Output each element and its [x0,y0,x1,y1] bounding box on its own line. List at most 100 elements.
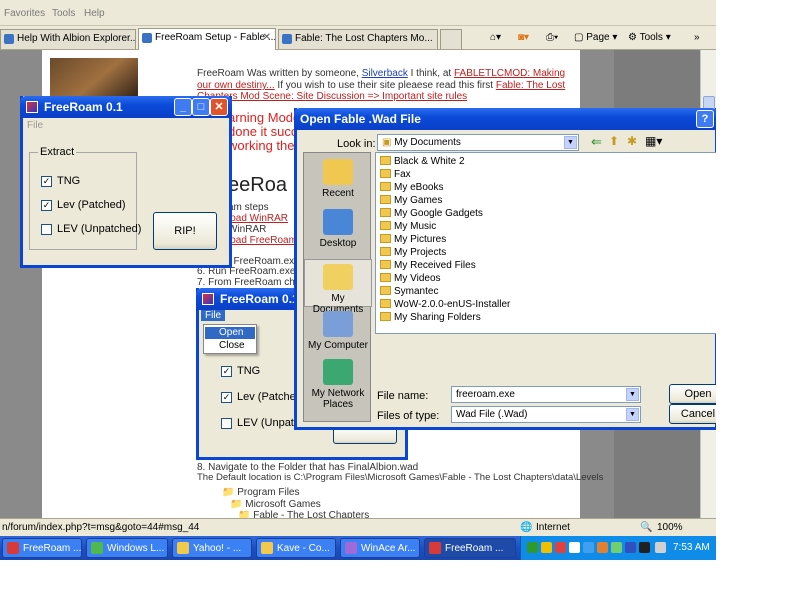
browser-menubar: Favorites Tools Help [0,0,716,26]
tray-icon[interactable] [527,542,538,553]
place-my-documents[interactable]: My Documents [304,259,372,315]
tab-help-albion[interactable]: Help With Albion Explorer........ [0,29,136,49]
menu-favorites[interactable]: Favorites [4,8,45,19]
lev-patched-checkbox[interactable]: ✓ [221,392,232,403]
list-item[interactable]: My Sharing Folders [380,312,481,325]
freeroam-back-titlebar[interactable]: FreeRoam 0.1 _ □ ✕ [20,96,232,118]
list-item[interactable]: My Projects [380,247,446,260]
up-folder-icon[interactable]: ⬆ [609,134,619,148]
tray-icon[interactable] [569,542,580,553]
tray-icon[interactable] [555,542,566,553]
app-icon [345,542,357,554]
fabletlcmod-link[interactable]: FABLETLCMOD: Making [454,68,565,79]
lost-chapters-link[interactable]: Fable: The Lost [496,80,565,91]
feeds-icon[interactable]: ◙▾ [518,29,529,47]
place-recent[interactable]: Recent [304,159,372,199]
list-item[interactable]: My eBooks [380,182,443,195]
tree-program-files: 📁 Program Files [222,487,300,498]
chevron-down-icon[interactable]: ▼ [564,136,577,149]
tray-icon[interactable] [625,542,636,553]
tray-icon[interactable] [583,542,594,553]
chevron-right-icon[interactable]: » [694,29,700,47]
taskbar-label: Windows L... [107,543,165,554]
tng-checkbox[interactable]: ✓ [221,366,232,377]
tab-freeroam-setup[interactable]: FreeRoam Setup - Fable ... ✕ [138,28,276,50]
taskbar-button-freeroam-1[interactable]: FreeRoam ... [2,538,82,558]
lev-patched-checkbox[interactable]: ✓ [41,200,52,211]
folder-name: WoW-2.0.0-enUS-Installer [394,299,511,310]
folder-name: Fax [394,169,411,180]
list-item[interactable]: My Received Files [380,260,476,273]
list-item[interactable]: My Music [380,221,436,234]
zoom-level[interactable]: 100% [657,522,683,533]
list-item[interactable]: My Pictures [380,234,446,247]
file-menu[interactable]: File [27,120,43,131]
tools-menu-button[interactable]: ⚙ Tools ▾ [628,29,671,47]
new-tab-button[interactable] [440,29,462,49]
taskbar-button-freeroam-2[interactable]: FreeRoam ... [424,538,516,558]
view-menu-icon[interactable]: ▦▾ [645,134,662,148]
place-my-network[interactable]: My Network Places [304,359,372,410]
download-winrar-link[interactable]: load WinRAR [228,213,288,224]
folder-icon [380,169,391,178]
download-freeroam-link[interactable]: load FreeRoam.r [228,235,303,246]
list-item[interactable]: My Videos [380,273,441,286]
dialog-titlebar[interactable]: Open Fable .Wad File ? [294,108,716,130]
lev-unpatched-checkbox[interactable] [221,418,232,429]
open-button[interactable]: Open [669,384,716,404]
look-in-combo[interactable]: ▣ My Documents ▼ [377,134,579,151]
app-icon [91,542,103,554]
tray-icon[interactable] [611,542,622,553]
close-icon[interactable]: ✕ [210,98,228,116]
file-name-value: freeroam.exe [456,389,515,400]
file-name-input[interactable]: freeroam.exe ▼ [451,386,641,403]
page-menu-button[interactable]: ▢ Page ▾ [574,29,617,47]
close-icon[interactable]: ✕ [263,32,271,43]
tray-icon[interactable] [541,542,552,553]
rip-button[interactable]: RIP! [153,212,217,250]
list-item[interactable]: Symantec [380,286,438,299]
own-destiny-link[interactable]: our own destiny... [197,80,275,91]
site-rules-link[interactable]: Chapters Mod Scene: Site Discussion => I… [197,91,467,102]
clock[interactable]: 7:53 AM [673,542,710,553]
list-item[interactable]: My Games [380,195,442,208]
place-my-computer[interactable]: My Computer [304,311,372,351]
tng-checkbox[interactable]: ✓ [41,176,52,187]
tray-icon[interactable] [639,542,650,553]
print-icon[interactable]: ⎙▾ [546,29,558,47]
taskbar-button-windows-live[interactable]: Windows L... [86,538,168,558]
menu-tools[interactable]: Tools [52,8,75,19]
taskbar-button-kave[interactable]: Kave - Co... [256,538,336,558]
taskbar-button-winace[interactable]: WinAce Ar... [340,538,420,558]
music-folder-icon [380,221,391,230]
lev-unpatched-checkbox[interactable] [41,224,52,235]
menu-item-open[interactable]: Open [205,327,255,339]
list-item[interactable]: Fax [380,169,411,182]
menu-help[interactable]: Help [84,8,105,19]
tray-icon[interactable] [597,542,608,553]
list-item[interactable]: WoW-2.0.0-enUS-Installer [380,299,510,312]
taskbar-button-yahoo[interactable]: Yahoo! - ... [172,538,252,558]
place-desktop[interactable]: Desktop [304,209,372,249]
back-icon[interactable]: ⇐ [591,134,602,150]
chevron-down-icon[interactable]: ▼ [626,408,639,421]
list-item[interactable]: Black & White 2 [380,156,465,169]
app-icon [202,293,214,305]
volume-icon[interactable] [655,542,666,553]
chevron-down-icon[interactable]: ▼ [626,388,639,401]
file-type-select[interactable]: Wad File (.Wad) ▼ [451,406,641,423]
app-icon [7,542,19,554]
ie-icon [177,542,189,554]
maximize-icon[interactable]: □ [192,98,210,116]
silverback-link[interactable]: Silverback [362,68,408,79]
cancel-button[interactable]: Cancel [669,404,716,424]
tab-fable-lost-chapters[interactable]: Fable: The Lost Chapters Mo... [278,29,438,49]
file-menu[interactable]: File [201,310,226,321]
minimize-icon[interactable]: _ [174,98,192,116]
list-item[interactable]: My Google Gadgets [380,208,483,221]
place-label: Desktop [319,238,357,249]
help-icon[interactable]: ? [696,110,714,128]
menu-item-close[interactable]: Close [205,340,255,352]
new-folder-icon[interactable]: ✱ [627,134,637,148]
home-icon[interactable]: ⌂▾ [490,29,501,47]
